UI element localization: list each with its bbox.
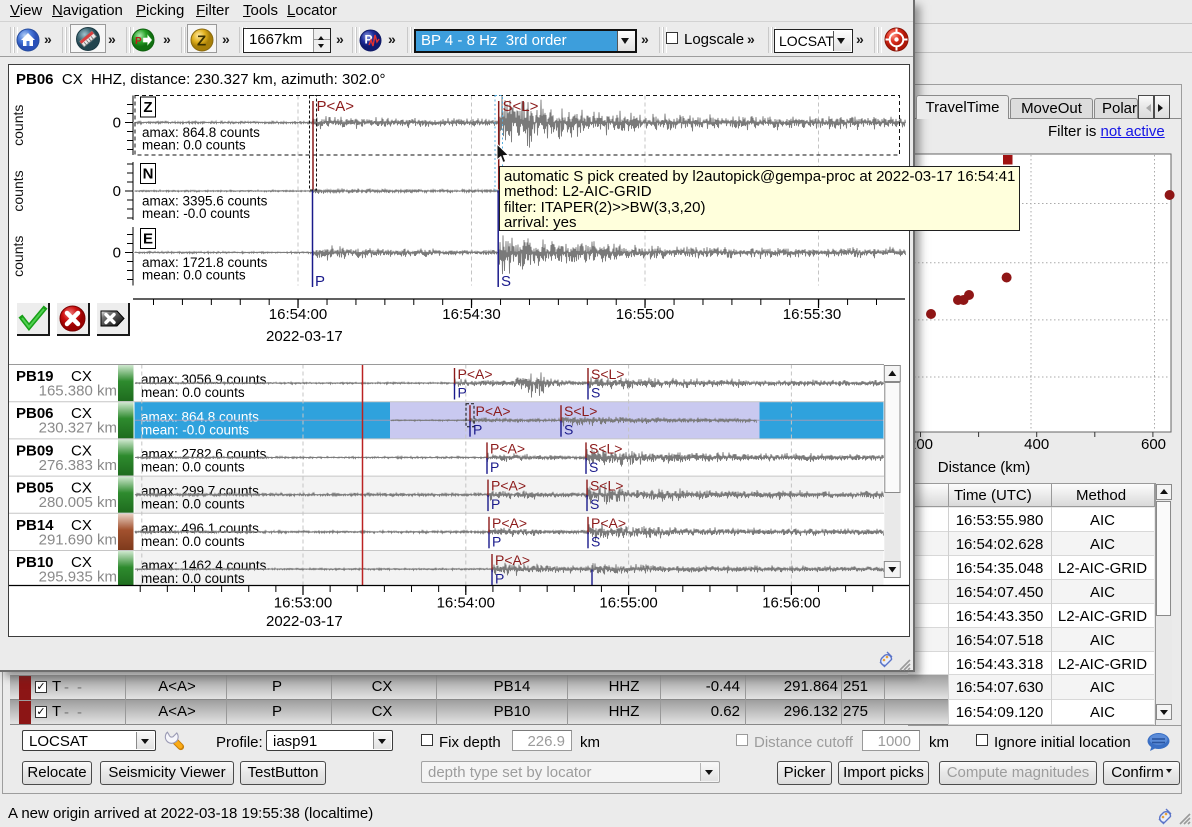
svg-text:0: 0: [113, 115, 121, 132]
svg-text:295.935 km: 295.935 km: [39, 569, 117, 586]
svg-text:Distance (km): Distance (km): [938, 459, 1031, 476]
svg-text:S: S: [501, 273, 511, 290]
svg-text:S<L>: S<L>: [591, 366, 624, 382]
svg-text:N: N: [143, 166, 154, 183]
svg-text:mean: 0.0 counts: mean: 0.0 counts: [142, 268, 246, 283]
svg-text:2022-03-17: 2022-03-17: [266, 328, 343, 345]
svg-text:0: 0: [113, 245, 121, 262]
svg-text:P<A>: P<A>: [476, 403, 511, 419]
svg-text:16:55:30: 16:55:30: [783, 306, 841, 323]
svg-text:S: S: [589, 459, 598, 475]
svg-text:16:53:00: 16:53:00: [274, 595, 332, 612]
svg-text:600: 600: [1141, 436, 1166, 453]
svg-text:P<A>: P<A>: [458, 366, 493, 382]
svg-text:S: S: [590, 496, 599, 512]
svg-text:E: E: [143, 231, 153, 248]
svg-text:S: S: [591, 385, 600, 401]
svg-text:0: 0: [113, 183, 121, 200]
svg-text:230.327 km: 230.327 km: [39, 420, 117, 437]
svg-text:mean: 0.0 counts: mean: 0.0 counts: [141, 571, 245, 586]
svg-text:S<L>: S<L>: [589, 440, 622, 456]
svg-text:P: P: [492, 533, 501, 549]
svg-text:counts: counts: [10, 236, 26, 277]
svg-text:2022-03-17: 2022-03-17: [266, 613, 343, 630]
svg-text:165.380 km: 165.380 km: [39, 383, 117, 400]
svg-text:mean: 0.0 counts: mean: 0.0 counts: [141, 385, 245, 400]
svg-text:S<L>: S<L>: [590, 478, 623, 494]
svg-text:P: P: [458, 385, 467, 401]
svg-text:P<A>: P<A>: [490, 440, 525, 456]
svg-text:P<A>: P<A>: [495, 552, 530, 568]
svg-text:counts: counts: [10, 170, 26, 211]
svg-text:P<A>: P<A>: [591, 515, 626, 531]
svg-text:276.383 km: 276.383 km: [39, 457, 117, 474]
svg-text:400: 400: [1024, 436, 1049, 453]
svg-text:16:54:00: 16:54:00: [269, 306, 327, 323]
svg-text:mean: 0.0 counts: mean: 0.0 counts: [141, 459, 245, 474]
svg-text:S<L>: S<L>: [503, 98, 539, 115]
svg-text:S<L>: S<L>: [564, 403, 597, 419]
svg-text:16:55:00: 16:55:00: [599, 595, 657, 612]
svg-text:mean: 0.0 counts: mean: 0.0 counts: [142, 138, 246, 153]
svg-text:Z: Z: [143, 99, 152, 116]
svg-text:P: P: [473, 422, 482, 438]
svg-text:16:54:30: 16:54:30: [442, 306, 500, 323]
svg-text:280.005 km: 280.005 km: [39, 494, 117, 511]
svg-text:mean: -0.0 counts: mean: -0.0 counts: [141, 423, 249, 438]
svg-text:mean: -0.0 counts: mean: -0.0 counts: [142, 206, 250, 221]
svg-text:291.690 km: 291.690 km: [39, 531, 117, 548]
svg-text:P<A>: P<A>: [492, 515, 527, 531]
svg-text:mean: 0.0 counts: mean: 0.0 counts: [141, 534, 245, 549]
svg-text:S: S: [564, 422, 573, 438]
svg-text:mean: 0.0 counts: mean: 0.0 counts: [141, 497, 245, 512]
svg-text:P: P: [315, 273, 325, 290]
svg-text:P<A>: P<A>: [491, 478, 526, 494]
svg-text:counts: counts: [10, 105, 26, 146]
svg-text:P: P: [495, 571, 504, 587]
svg-text:16:56:00: 16:56:00: [762, 595, 820, 612]
svg-text:P: P: [491, 496, 500, 512]
svg-text:P: P: [490, 459, 499, 475]
svg-text:16:54:00: 16:54:00: [437, 595, 495, 612]
svg-text:16:55:00: 16:55:00: [616, 306, 674, 323]
svg-text:P<A>: P<A>: [317, 98, 355, 115]
svg-text:S: S: [591, 533, 600, 549]
